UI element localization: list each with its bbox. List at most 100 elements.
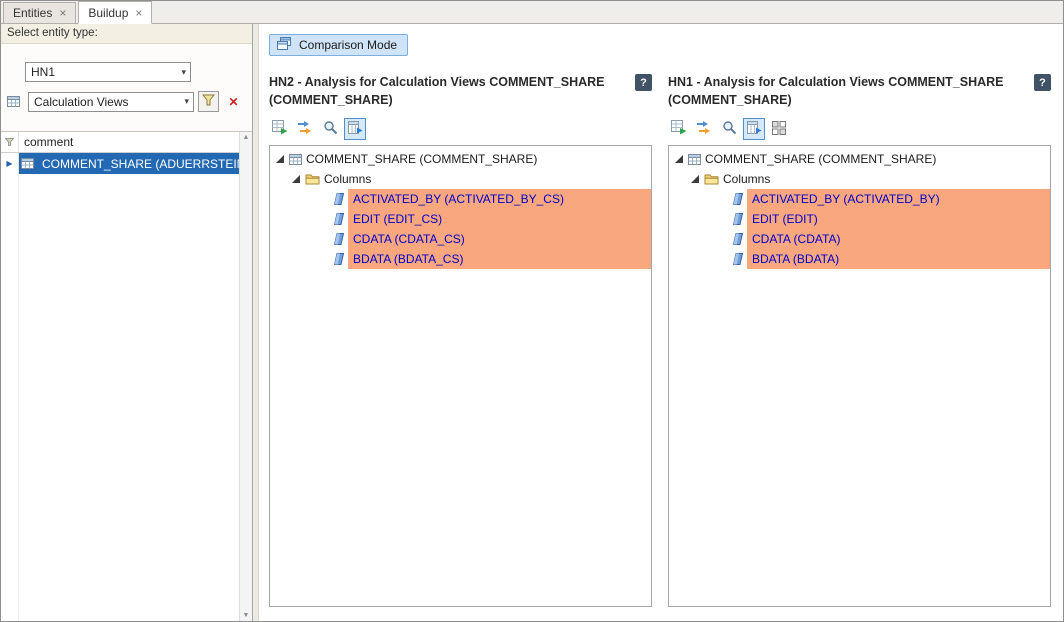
- tree-hn2: COMMENT_SHARE (COMMENT_SHARE) Columns: [269, 145, 652, 607]
- export-excel-icon: [272, 120, 288, 138]
- panel-title: HN2 - Analysis for Calculation Views COM…: [269, 74, 625, 109]
- tree-item-label: BDATA (BDATA): [747, 249, 1050, 269]
- tree-item[interactable]: EDIT (EDIT_CS): [270, 209, 651, 229]
- help-icon[interactable]: ?: [635, 74, 652, 91]
- sidebar-scrollbar[interactable]: ▲ ▼: [239, 132, 252, 621]
- sidebar-header: Select entity type:: [1, 24, 252, 44]
- grid-view-button[interactable]: [768, 118, 790, 140]
- scroll-up-icon[interactable]: ▲: [243, 134, 250, 141]
- tree-item-label: EDIT (EDIT): [747, 209, 1050, 229]
- grid-empty-area: [1, 174, 239, 621]
- panel-title: HN1 - Analysis for Calculation Views COM…: [668, 74, 1024, 109]
- tree-item[interactable]: EDIT (EDIT): [669, 209, 1050, 229]
- expand-arrows-button[interactable]: [294, 118, 316, 140]
- tree-root-label: COMMENT_SHARE (COMMENT_SHARE): [306, 152, 537, 166]
- panel-toolbar: [269, 118, 652, 140]
- content-area: Select entity type: HN1 ▾ Calculation Vi…: [1, 24, 1063, 621]
- expand-icon[interactable]: [675, 155, 683, 163]
- clear-filter-icon: ✕: [228, 95, 238, 109]
- zoom-button[interactable]: [319, 118, 341, 140]
- grid-row-selected[interactable]: ▶ COMMENT_SHARE (ADUERRSTEIN_T: [1, 153, 239, 174]
- column-icon: [334, 233, 344, 245]
- comparison-mode-button[interactable]: Comparison Mode: [269, 34, 408, 56]
- tree-node-root[interactable]: COMMENT_SHARE (COMMENT_SHARE): [669, 149, 1050, 169]
- tree-folder-label: Columns: [324, 172, 371, 186]
- grid-view-icon: [772, 121, 786, 138]
- tree-item[interactable]: ACTIVATED_BY (ACTIVATED_BY): [669, 189, 1050, 209]
- tree-item[interactable]: BDATA (BDATA_CS): [270, 249, 651, 269]
- tree-node-columns[interactable]: Columns: [669, 169, 1050, 189]
- tree-hn1: COMMENT_SHARE (COMMENT_SHARE) Columns: [668, 145, 1051, 607]
- comparison-mode-label: Comparison Mode: [299, 38, 397, 52]
- tree-item-label: ACTIVATED_BY (ACTIVATED_BY): [747, 189, 1050, 209]
- table-icon: [289, 153, 302, 166]
- panel-header: HN2 - Analysis for Calculation Views COM…: [269, 74, 652, 109]
- tab-entities-label: Entities: [13, 6, 52, 20]
- comparison-panel-hn2: HN2 - Analysis for Calculation Views COM…: [269, 74, 652, 607]
- scroll-down-icon[interactable]: ▼: [243, 612, 250, 619]
- row-indicator-icon: ▶: [6, 159, 12, 168]
- close-icon[interactable]: ×: [59, 7, 66, 19]
- tab-buildup-label: Buildup: [88, 6, 128, 20]
- tree-folder-label: Columns: [723, 172, 770, 186]
- entity-type-value: HN1: [31, 65, 55, 79]
- tree-node-root[interactable]: COMMENT_SHARE (COMMENT_SHARE): [270, 149, 651, 169]
- calculation-views-icon: [7, 95, 20, 108]
- grid-filter-button[interactable]: [1, 132, 19, 152]
- tree-item[interactable]: CDATA (CDATA_CS): [270, 229, 651, 249]
- clear-filter-button[interactable]: ✕: [223, 91, 244, 112]
- export-excel-button[interactable]: [668, 118, 690, 140]
- chevron-down-icon: ▾: [179, 67, 188, 78]
- grid-column-header[interactable]: comment: [19, 132, 239, 152]
- chevron-down-icon: ▾: [182, 96, 191, 107]
- export-excel-button[interactable]: [269, 118, 291, 140]
- expand-icon[interactable]: [691, 175, 699, 183]
- expand-icon[interactable]: [276, 155, 284, 163]
- expand-arrows-button[interactable]: [693, 118, 715, 140]
- expand-arrows-icon: [297, 120, 313, 138]
- expand-arrows-icon: [696, 120, 712, 138]
- filter-button[interactable]: [198, 91, 219, 112]
- expand-icon[interactable]: [292, 175, 300, 183]
- column-icon: [334, 253, 344, 265]
- filter-icon: [202, 94, 215, 109]
- tab-entities[interactable]: Entities ×: [3, 2, 76, 23]
- sidebar-controls: HN1 ▾ Calculation Views ▾: [1, 44, 252, 131]
- application-window: Entities × Buildup × Select entity type:…: [0, 0, 1064, 622]
- compare-columns-button[interactable]: [743, 118, 765, 140]
- entity-grid: comment ▶ COMMENT_SHARE (ADUERRSTEIN_T: [1, 131, 252, 621]
- export-excel-icon: [671, 120, 687, 138]
- tree-item[interactable]: ACTIVATED_BY (ACTIVATED_BY_CS): [270, 189, 651, 209]
- tree-item-label: CDATA (CDATA_CS): [348, 229, 651, 249]
- tree-item[interactable]: CDATA (CDATA): [669, 229, 1050, 249]
- tab-buildup[interactable]: Buildup ×: [78, 1, 152, 24]
- grid-row-label: COMMENT_SHARE (ADUERRSTEIN_T: [42, 157, 239, 171]
- entity-type-dropdown[interactable]: HN1 ▾: [25, 62, 191, 82]
- tree-item-label: BDATA (BDATA_CS): [348, 249, 651, 269]
- column-icon: [334, 213, 344, 225]
- tab-bar: Entities × Buildup ×: [1, 1, 1063, 24]
- zoom-button[interactable]: [718, 118, 740, 140]
- main-area: Comparison Mode HN2 - Analysis for Calcu…: [259, 24, 1063, 621]
- compare-columns-icon: [348, 121, 363, 138]
- comparison-panel-hn1: HN1 - Analysis for Calculation Views COM…: [668, 74, 1051, 607]
- view-type-value: Calculation Views: [34, 95, 129, 109]
- table-icon: [21, 157, 34, 170]
- tree-item-label: ACTIVATED_BY (ACTIVATED_BY_CS): [348, 189, 651, 209]
- column-icon: [733, 233, 743, 245]
- compare-columns-icon: [747, 121, 762, 138]
- compare-columns-button[interactable]: [344, 118, 366, 140]
- column-icon: [733, 193, 743, 205]
- tree-item[interactable]: BDATA (BDATA): [669, 249, 1050, 269]
- view-type-dropdown[interactable]: Calculation Views ▾: [28, 92, 194, 112]
- panel-toolbar: [668, 118, 1051, 140]
- panel-header: HN1 - Analysis for Calculation Views COM…: [668, 74, 1051, 109]
- help-icon[interactable]: ?: [1034, 74, 1051, 91]
- column-icon: [733, 253, 743, 265]
- grid-header: comment: [1, 132, 239, 153]
- tree-node-columns[interactable]: Columns: [270, 169, 651, 189]
- select-entity-type-label: Select entity type:: [7, 27, 98, 39]
- zoom-icon: [722, 120, 737, 138]
- close-icon[interactable]: ×: [135, 7, 142, 19]
- tree-root-label: COMMENT_SHARE (COMMENT_SHARE): [705, 152, 936, 166]
